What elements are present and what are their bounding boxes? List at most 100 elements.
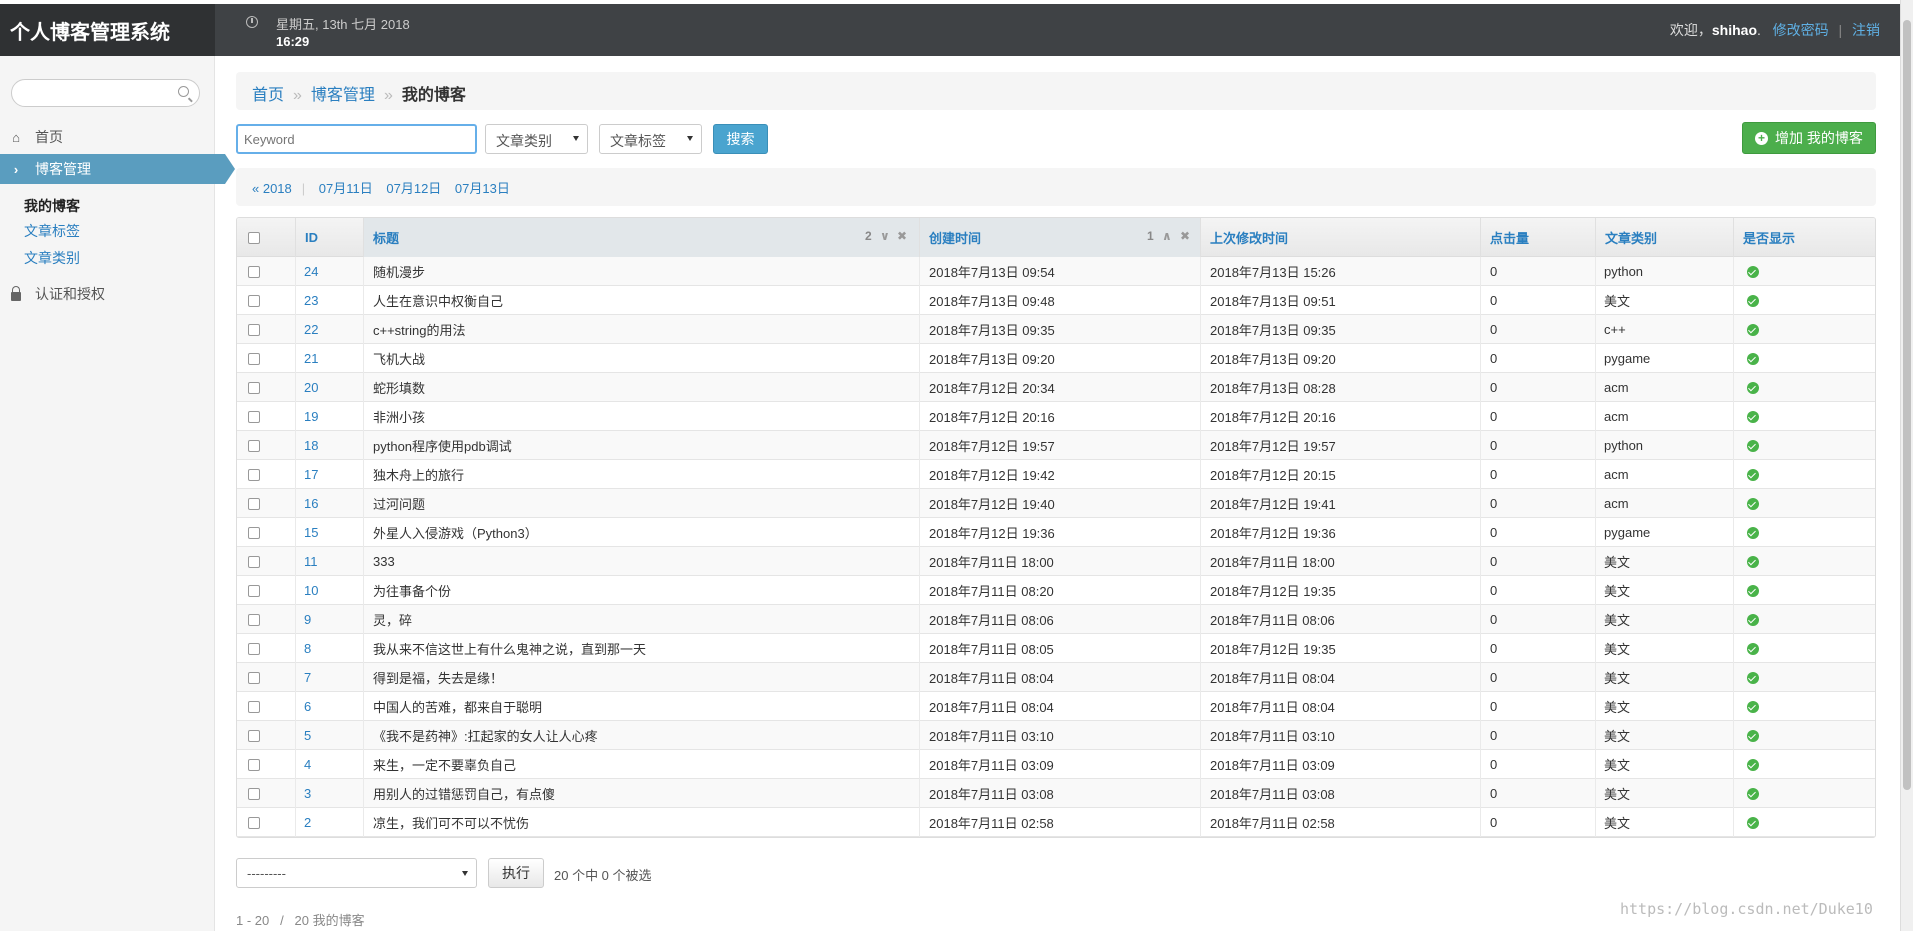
table-row[interactable]: 8 我从来不信这世上有什么鬼神之说，直到那一天 2018年7月11日 08:05 20…	[237, 634, 1875, 663]
table-row[interactable]: 18 python程序使用pdb调试 2018年7月12日 19:57 2018年7月…	[237, 431, 1875, 460]
keyword-search-input[interactable]	[236, 124, 477, 154]
cell-id[interactable]: 20	[304, 373, 318, 402]
row-checkbox[interactable]	[248, 671, 260, 684]
row-checkbox[interactable]	[248, 439, 260, 452]
cell-id[interactable]: 7	[304, 663, 311, 692]
row-checkbox[interactable]	[248, 758, 260, 771]
select-all-checkbox[interactable]	[248, 231, 260, 244]
row-checkbox[interactable]	[248, 584, 260, 597]
check-circle-icon	[1747, 555, 1759, 568]
table-row[interactable]: 21 飞机大战 2018年7月13日 09:20 2018年7月13日 09:20 0 p…	[237, 344, 1875, 373]
search-icon[interactable]	[178, 86, 189, 97]
cell-id[interactable]: 9	[304, 605, 311, 634]
cell-id[interactable]: 3	[304, 779, 311, 808]
logout-link[interactable]: 注销	[1852, 22, 1880, 38]
app-title[interactable]: 个人博客管理系统	[0, 4, 215, 56]
col-category[interactable]: 文章类别	[1595, 218, 1733, 257]
remove-sort-icon[interactable]: ✖	[897, 229, 907, 243]
scrollbar-thumb[interactable]	[1903, 20, 1911, 790]
col-modified[interactable]: 上次修改时间	[1200, 218, 1480, 257]
cell-id[interactable]: 15	[304, 518, 318, 547]
row-checkbox[interactable]	[248, 381, 260, 394]
sidebar-search-input[interactable]	[11, 79, 200, 107]
date-link[interactable]: 07月11日	[319, 181, 373, 196]
cell-id[interactable]: 17	[304, 460, 318, 489]
sidebar-item-blog-admin[interactable]: › 博客管理	[0, 154, 235, 184]
table-row[interactable]: 20 蛇形填数 2018年7月12日 20:34 2018年7月13日 08:28 0 a…	[237, 373, 1875, 402]
date-back-link[interactable]: « 2018	[252, 181, 292, 196]
row-checkbox[interactable]	[248, 352, 260, 365]
cell-id[interactable]: 21	[304, 344, 318, 373]
table-row[interactable]: 19 非洲小孩 2018年7月12日 20:16 2018年7月12日 20:16 0 a…	[237, 402, 1875, 431]
sort-desc-icon[interactable]: ∨	[880, 229, 890, 243]
row-checkbox[interactable]	[248, 700, 260, 713]
table-row[interactable]: 5 《我不是药神》:扛起家的女人让人心疼 2018年7月11日 03:10 2018年…	[237, 721, 1875, 750]
row-checkbox[interactable]	[248, 468, 260, 481]
table-row[interactable]: 16 过河问题 2018年7月12日 19:40 2018年7月12日 19:41 0 a…	[237, 489, 1875, 518]
table-row[interactable]: 23 人生在意识中权衡自己 2018年7月13日 09:48 2018年7月13日 0…	[237, 286, 1875, 315]
cell-id[interactable]: 19	[304, 402, 318, 431]
col-shown[interactable]: 是否显示	[1733, 218, 1875, 257]
table-row[interactable]: 22 c++string的用法 2018年7月13日 09:35 2018年7月13日…	[237, 315, 1875, 344]
change-password-link[interactable]: 修改密码	[1773, 22, 1829, 38]
table-row[interactable]: 11 333 2018年7月11日 18:00 2018年7月11日 18:00 0 美文	[237, 547, 1875, 576]
table-row[interactable]: 10 为往事备个份 2018年7月11日 08:20 2018年7月12日 19:35…	[237, 576, 1875, 605]
date-link[interactable]: 07月12日	[386, 181, 441, 196]
row-checkbox[interactable]	[248, 294, 260, 307]
table-row[interactable]: 2 凉生，我们可不可以不忧伤 2018年7月11日 02:58 2018年7月11日 …	[237, 808, 1875, 837]
row-checkbox[interactable]	[248, 555, 260, 568]
cell-id[interactable]: 5	[304, 721, 311, 750]
cell-id[interactable]: 11	[304, 547, 318, 576]
remove-sort-icon[interactable]: ✖	[1180, 229, 1190, 243]
sidebar-item-auth[interactable]: 认证和授权	[0, 279, 215, 309]
row-checkbox[interactable]	[248, 787, 260, 800]
tag-filter-select[interactable]: 文章标签	[599, 124, 702, 154]
cell-id[interactable]: 22	[304, 315, 318, 344]
col-clicks[interactable]: 点击量	[1480, 218, 1595, 257]
table-row[interactable]: 9 灵，碎 2018年7月11日 08:06 2018年7月11日 08:06 0 美文	[237, 605, 1875, 634]
row-checkbox[interactable]	[248, 729, 260, 742]
col-title[interactable]: 标题	[363, 218, 919, 257]
table-row[interactable]: 17 独木舟上的旅行 2018年7月12日 19:42 2018年7月12日 20:1…	[237, 460, 1875, 489]
cell-id[interactable]: 8	[304, 634, 311, 663]
row-checkbox[interactable]	[248, 526, 260, 539]
table-row[interactable]: 15 外星人入侵游戏（Python3） 2018年7月12日 19:36 2018年7…	[237, 518, 1875, 547]
page-scrollbar[interactable]	[1900, 0, 1913, 931]
row-checkbox[interactable]	[248, 613, 260, 626]
cell-id[interactable]: 23	[304, 286, 318, 315]
cell-id[interactable]: 24	[304, 257, 318, 286]
sort-asc-icon[interactable]: ∧	[1162, 229, 1172, 243]
sidebar-subitem-tags[interactable]: 文章标签	[24, 221, 80, 241]
caret-down-icon	[573, 136, 579, 141]
cell-id[interactable]: 18	[304, 431, 318, 460]
row-checkbox[interactable]	[248, 497, 260, 510]
table-row[interactable]: 3 用别人的过错惩罚自己，有点傻 2018年7月11日 03:08 2018年7月11…	[237, 779, 1875, 808]
search-button[interactable]: 搜索	[713, 124, 768, 154]
breadcrumb-home[interactable]: 首页	[252, 87, 284, 104]
sidebar-item-home[interactable]: ⌂ 首页	[0, 122, 215, 152]
row-checkbox[interactable]	[248, 265, 260, 278]
add-blog-button[interactable]: + 增加 我的博客	[1742, 122, 1876, 154]
row-checkbox[interactable]	[248, 323, 260, 336]
cell-id[interactable]: 16	[304, 489, 318, 518]
breadcrumb-section[interactable]: 博客管理	[311, 87, 375, 104]
table-row[interactable]: 24 随机漫步 2018年7月13日 09:54 2018年7月13日 15:26 0 p…	[237, 257, 1875, 286]
category-filter-select[interactable]: 文章类别	[485, 124, 588, 154]
row-checkbox[interactable]	[248, 410, 260, 423]
col-id[interactable]: ID	[295, 218, 363, 257]
cell-id[interactable]: 6	[304, 692, 311, 721]
execute-button[interactable]: 执行	[488, 858, 544, 888]
row-checkbox[interactable]	[248, 642, 260, 655]
table-row[interactable]: 7 得到是福，失去是缘！ 2018年7月11日 08:04 2018年7月11日 08…	[237, 663, 1875, 692]
sidebar-subitem-my-blog[interactable]: 我的博客	[24, 196, 80, 216]
col-created[interactable]: 创建时间	[919, 218, 1200, 257]
sidebar-subitem-categories[interactable]: 文章类别	[24, 248, 80, 268]
row-checkbox[interactable]	[248, 816, 260, 829]
table-row[interactable]: 4 来生，一定不要辜负自己 2018年7月11日 03:09 2018年7月11日 0…	[237, 750, 1875, 779]
table-row[interactable]: 6 中国人的苦难，都来自于聪明 2018年7月11日 08:04 2018年7月11日…	[237, 692, 1875, 721]
action-select[interactable]: ---------	[236, 858, 477, 888]
cell-id[interactable]: 4	[304, 750, 311, 779]
cell-id[interactable]: 10	[304, 576, 318, 605]
date-link[interactable]: 07月13日	[455, 181, 510, 196]
cell-id[interactable]: 2	[304, 808, 311, 837]
